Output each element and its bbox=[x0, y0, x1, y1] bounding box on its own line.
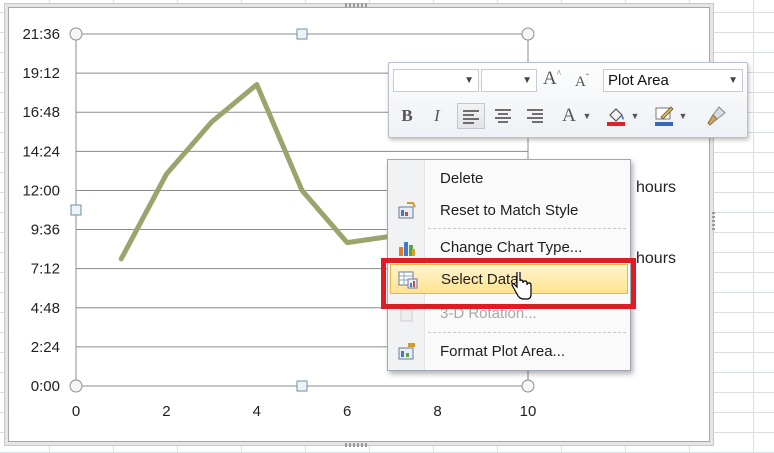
shrink-font-icon: A bbox=[575, 74, 586, 90]
font-name-combo[interactable]: ▼ bbox=[393, 69, 479, 92]
shrink-font-button[interactable]: Aˇ bbox=[575, 72, 589, 91]
format-painter-icon bbox=[707, 106, 726, 126]
plot-area-resize-handle bbox=[521, 379, 535, 393]
chevron-down-icon[interactable]: ▼ bbox=[464, 70, 474, 91]
chevron-down-icon[interactable]: ▼ bbox=[728, 70, 738, 91]
plot-area-resize-handle bbox=[521, 27, 535, 41]
font-color-button[interactable]: A bbox=[557, 103, 581, 129]
align-left-button[interactable] bbox=[457, 103, 485, 129]
series-line bbox=[118, 82, 395, 262]
y-tick-label: 16:48 bbox=[22, 104, 60, 121]
format-plot-area-icon bbox=[398, 343, 415, 360]
align-left-icon bbox=[463, 110, 479, 124]
bold-button[interactable]: B bbox=[395, 103, 419, 129]
menu-item-reset-to-match-style[interactable]: Reset to Match Style bbox=[390, 196, 628, 226]
menu-separator bbox=[428, 332, 626, 333]
x-tick-label: 10 bbox=[520, 403, 537, 420]
annotation-highlight-box bbox=[381, 258, 636, 309]
mouse-pointer-icon bbox=[511, 272, 532, 300]
y-tick-label: 9:36 bbox=[31, 222, 60, 239]
chevron-down-icon[interactable]: ▼ bbox=[629, 103, 641, 129]
pen-icon bbox=[655, 106, 674, 126]
y-tick-label: 2:24 bbox=[31, 339, 60, 356]
menu-item-label: Format Plot Area... bbox=[440, 343, 566, 360]
x-tick-label: 2 bbox=[162, 403, 170, 420]
y-tick-label: 21:36 bbox=[22, 26, 60, 43]
outline-color-button[interactable] bbox=[651, 103, 677, 129]
chart-element-value: Plot Area bbox=[608, 72, 669, 89]
menu-item-delete[interactable]: Delete bbox=[390, 164, 628, 194]
align-right-button[interactable] bbox=[521, 103, 549, 129]
menu-item-label: Reset to Match Style bbox=[440, 202, 579, 219]
format-painter-button[interactable] bbox=[703, 103, 729, 129]
grow-font-icon: A bbox=[543, 68, 557, 89]
chevron-down-icon[interactable]: ▼ bbox=[677, 103, 689, 129]
y-tick-label: 7:12 bbox=[31, 261, 60, 278]
chevron-down-icon[interactable]: ▼ bbox=[581, 103, 593, 129]
mini-toolbar: ▼ ▼ A^ Aˇ Plot Area ▼ B I A ▼ ▼ ▼ bbox=[388, 62, 748, 138]
chevron-down-icon[interactable]: ▼ bbox=[522, 70, 532, 91]
fill-color-button[interactable] bbox=[603, 103, 629, 129]
reset-style-icon bbox=[398, 202, 416, 219]
plot-area-resize-handle bbox=[296, 380, 308, 392]
menu-item-label: Delete bbox=[440, 170, 484, 187]
italic-button[interactable]: I bbox=[425, 103, 449, 129]
legend-entry-1: hours bbox=[636, 179, 677, 196]
y-tick-label: 19:12 bbox=[22, 65, 60, 82]
fill-color-swatch bbox=[607, 122, 625, 126]
y-tick-label: 12:00 bbox=[22, 182, 60, 199]
align-right-icon bbox=[527, 109, 543, 123]
chart-elements-combo[interactable]: Plot Area ▼ bbox=[603, 69, 743, 92]
y-tick-label: 4:48 bbox=[31, 300, 60, 317]
paint-bucket-icon bbox=[607, 108, 625, 126]
plot-area-resize-handle bbox=[70, 204, 82, 216]
x-tick-label: 4 bbox=[253, 403, 261, 420]
menu-item-format-plot-area[interactable]: Format Plot Area... bbox=[390, 337, 628, 367]
chart-type-icon bbox=[399, 242, 415, 256]
x-tick-label: 0 bbox=[72, 403, 80, 420]
align-center-icon bbox=[495, 109, 511, 123]
menu-separator bbox=[428, 228, 626, 229]
legend-entry-2: hours bbox=[636, 250, 677, 267]
plot-area-resize-handle bbox=[69, 379, 83, 393]
x-tick-label: 6 bbox=[343, 403, 351, 420]
x-tick-label: 8 bbox=[433, 403, 441, 420]
outline-color-swatch bbox=[655, 122, 673, 126]
plot-area-resize-handle bbox=[296, 28, 308, 40]
grow-font-button[interactable]: A^ bbox=[543, 68, 561, 90]
y-tick-label: 14:24 bbox=[22, 143, 60, 160]
font-size-combo[interactable]: ▼ bbox=[481, 69, 537, 92]
y-tick-label: 0:00 bbox=[31, 378, 60, 395]
align-center-button[interactable] bbox=[489, 103, 517, 129]
plot-area-resize-handle bbox=[69, 27, 83, 41]
